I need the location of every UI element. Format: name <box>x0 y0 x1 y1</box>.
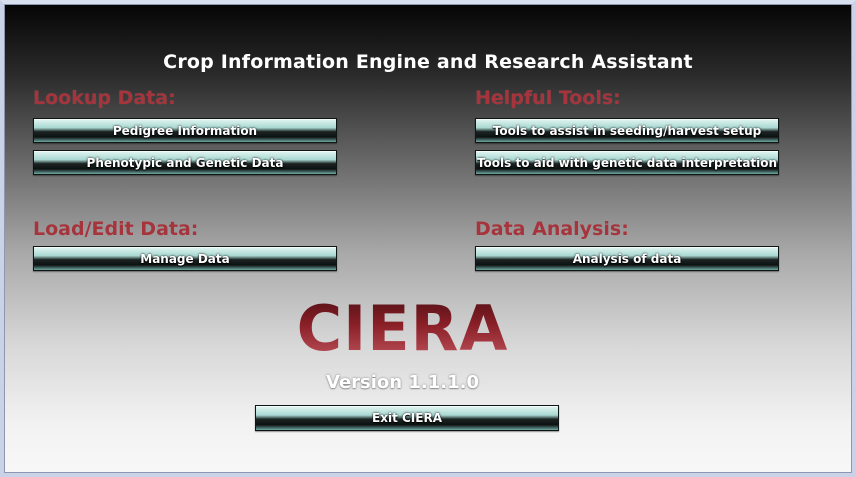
manage-data-button[interactable]: Manage Data <box>33 246 337 271</box>
seeding-harvest-tools-button[interactable]: Tools to assist in seeding/harvest setup <box>475 118 779 143</box>
analysis-of-data-button[interactable]: Analysis of data <box>475 246 779 271</box>
genetic-interpretation-tools-button[interactable]: Tools to aid with genetic data interpret… <box>475 150 779 175</box>
ciera-logo: CIERA <box>4 292 801 365</box>
helpful-tools-heading: Helpful Tools: <box>475 87 621 109</box>
version-label: Version 1.1.1.0 <box>326 372 479 393</box>
pedigree-information-button[interactable]: Pedigree Information <box>33 118 337 143</box>
exit-button[interactable]: Exit CIERA <box>255 405 559 431</box>
main-window: Crop Information Engine and Research Ass… <box>0 0 856 477</box>
phenotypic-genetic-data-button[interactable]: Phenotypic and Genetic Data <box>33 150 337 175</box>
app-title: Crop Information Engine and Research Ass… <box>163 51 693 73</box>
data-analysis-heading: Data Analysis: <box>475 218 629 240</box>
lookup-data-heading: Lookup Data: <box>33 87 176 109</box>
load-edit-data-heading: Load/Edit Data: <box>33 218 199 240</box>
